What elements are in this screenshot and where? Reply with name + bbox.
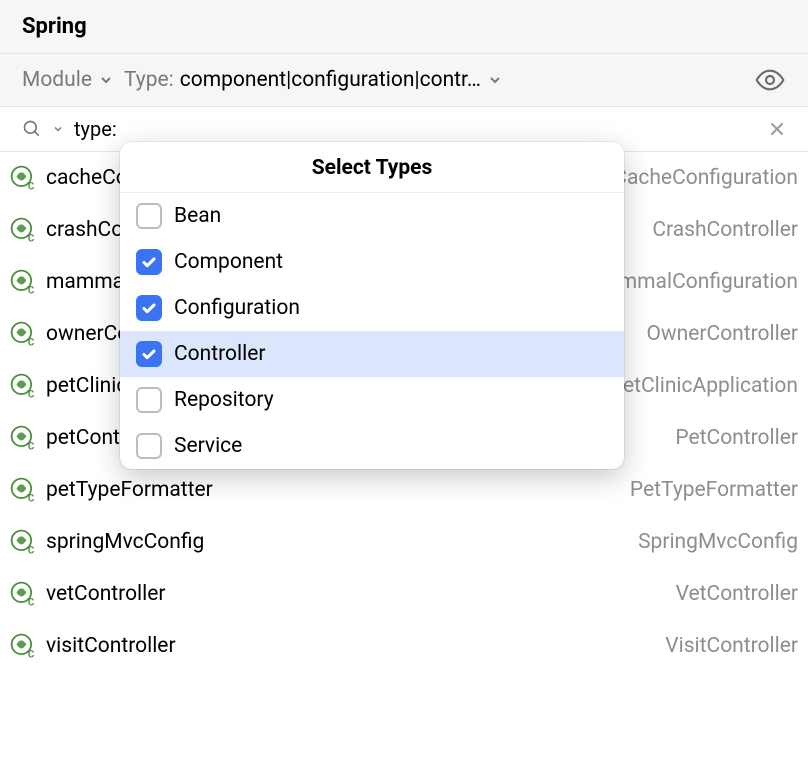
bean-class: PetTypeFormatter [620, 478, 798, 502]
bean-name: visitController [46, 634, 176, 658]
bean-row[interactable]: C vetController VetController [0, 568, 808, 620]
bean-class: OwnerController [636, 322, 798, 346]
spring-bean-icon: C [10, 425, 36, 451]
bean-class: PetClinicApplication [600, 374, 798, 398]
spring-bean-icon: C [10, 633, 36, 659]
bean-class: CacheConfiguration [603, 166, 798, 190]
type-option[interactable]: Component [120, 239, 624, 285]
svg-text:C: C [28, 285, 35, 295]
type-option[interactable]: Repository [120, 377, 624, 423]
svg-text:C: C [28, 441, 35, 451]
spring-bean-icon: C [10, 373, 36, 399]
checkbox[interactable] [136, 203, 162, 229]
svg-text:C: C [28, 337, 35, 347]
check-icon [141, 346, 157, 362]
type-option-label: Controller [174, 342, 265, 366]
chevron-down-icon [52, 123, 64, 135]
svg-text:C: C [28, 389, 35, 399]
bean-class: SpringMvcConfig [628, 530, 798, 554]
type-filter-value: component|configuration|contr… [180, 68, 481, 92]
svg-text:C: C [28, 597, 35, 607]
bean-name: petTypeFormatter [46, 478, 213, 502]
popup-items: Bean Component Configuration Controller Repo… [120, 193, 624, 469]
close-icon[interactable] [768, 120, 786, 138]
spring-bean-icon: C [10, 529, 36, 555]
search-icon [22, 119, 42, 139]
check-icon [141, 254, 157, 270]
svg-text:C: C [28, 181, 35, 191]
type-popup: Select Types Bean Component Configuration C… [120, 142, 624, 469]
type-option-label: Bean [174, 204, 221, 228]
svg-text:C: C [28, 649, 35, 659]
bean-name: springMvcConfig [46, 530, 204, 554]
svg-text:C: C [28, 233, 35, 243]
checkbox[interactable] [136, 295, 162, 321]
bean-class: VetController [666, 582, 798, 606]
type-option[interactable]: Configuration [120, 285, 624, 331]
checkbox[interactable] [136, 341, 162, 367]
svg-text:C: C [28, 493, 35, 503]
popup-title: Select Types [120, 142, 624, 193]
bean-class: VisitController [655, 634, 798, 658]
spring-bean-icon: C [10, 321, 36, 347]
type-option-label: Repository [174, 388, 274, 412]
spring-bean-icon: C [10, 217, 36, 243]
filter-bar: Module Type: component|configuration|con… [0, 54, 808, 107]
type-filter-prefix: Type: [124, 68, 174, 92]
search-input[interactable]: type: [74, 117, 117, 141]
bean-row[interactable]: C petTypeFormatter PetTypeFormatter [0, 464, 808, 516]
spring-bean-icon: C [10, 477, 36, 503]
type-option[interactable]: Bean [120, 193, 624, 239]
type-filter[interactable]: Type: component|configuration|contr… [124, 68, 503, 92]
bean-row[interactable]: C springMvcConfig SpringMvcConfig [0, 516, 808, 568]
type-option-label: Configuration [174, 296, 300, 320]
module-filter-label: Module [22, 68, 92, 92]
svg-text:C: C [28, 545, 35, 555]
checkbox[interactable] [136, 249, 162, 275]
check-icon [141, 300, 157, 316]
eye-icon[interactable] [754, 64, 786, 96]
bean-class: PetController [665, 426, 798, 450]
bean-name: vetController [46, 582, 166, 606]
chevron-down-icon [98, 72, 114, 88]
checkbox[interactable] [136, 387, 162, 413]
type-option-label: Component [174, 250, 283, 274]
checkbox[interactable] [136, 433, 162, 459]
bean-row[interactable]: C visitController VisitController [0, 620, 808, 672]
panel-header: Spring [0, 0, 808, 54]
type-option-label: Service [174, 434, 242, 458]
type-option[interactable]: Controller [120, 331, 624, 377]
panel-title: Spring [22, 14, 87, 39]
spring-bean-icon: C [10, 165, 36, 191]
module-filter[interactable]: Module [22, 68, 114, 92]
type-option[interactable]: Service [120, 423, 624, 469]
chevron-down-icon [487, 72, 503, 88]
spring-bean-icon: C [10, 581, 36, 607]
bean-class: CrashController [642, 218, 798, 242]
spring-bean-icon: C [10, 269, 36, 295]
